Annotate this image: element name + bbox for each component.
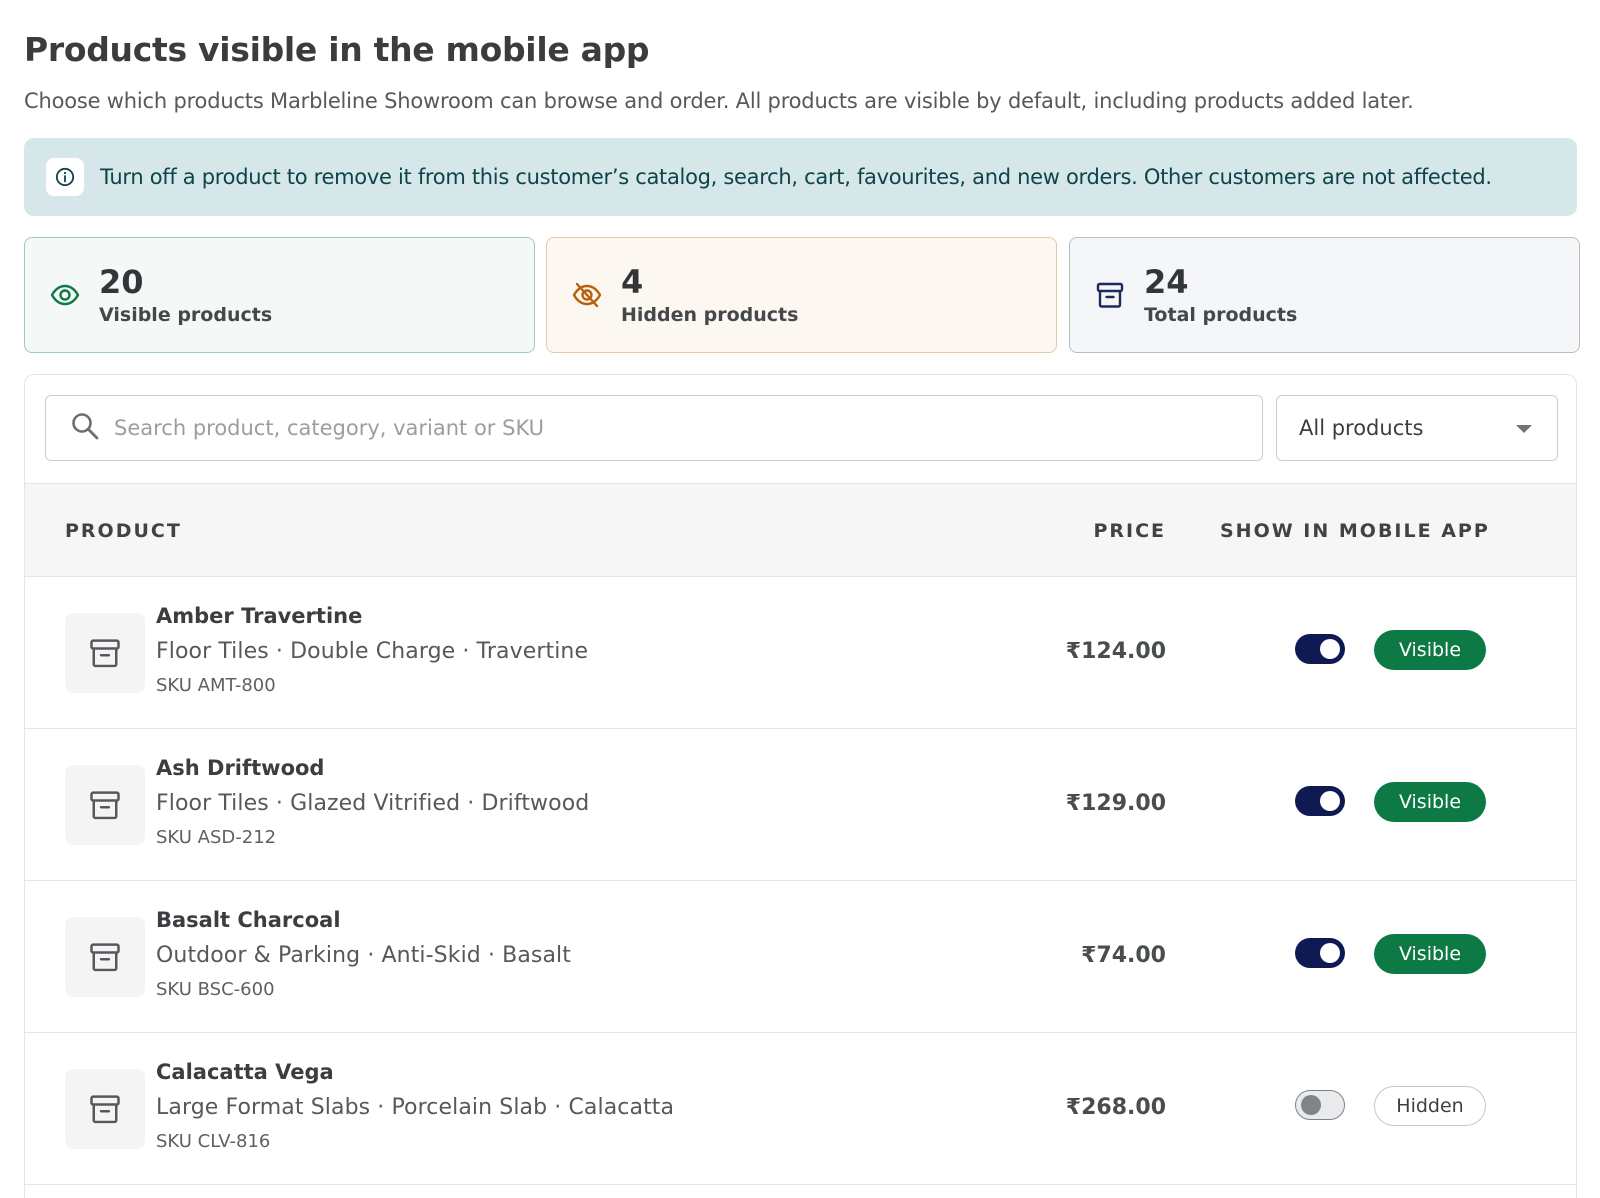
toggle-knob (1301, 1095, 1321, 1115)
product-table-card: All products PRODUCT PRICE SHOW IN MOBIL… (24, 374, 1577, 1198)
product-meta: Floor Tiles · Glazed Vitrified · Driftwo… (156, 791, 590, 816)
product-sku: SKU BSC-600 (156, 979, 275, 1000)
search-input[interactable] (114, 416, 1214, 440)
stat-card-total: 24 Total products (1069, 237, 1580, 353)
product-thumbnail (65, 765, 145, 845)
archive-icon (90, 1095, 120, 1124)
table-header: PRODUCT PRICE SHOW IN MOBILE APP (25, 483, 1576, 577)
status-badge: Visible (1374, 630, 1486, 670)
product-meta: Floor Tiles · Double Charge · Travertine (156, 639, 589, 664)
product-thumbnail (65, 1069, 145, 1149)
product-meta: Outdoor & Parking · Anti-Skid · Basalt (156, 943, 571, 968)
product-meta: Large Format Slabs · Porcelain Slab · Ca… (156, 1095, 675, 1120)
total-count: 24 (1144, 263, 1189, 301)
product-sku: SKU CLV-816 (156, 1131, 271, 1152)
visibility-toggle[interactable] (1295, 938, 1345, 968)
visibility-toggle[interactable] (1295, 786, 1345, 816)
eye-icon (45, 275, 85, 315)
product-sku: SKU AMT-800 (156, 675, 276, 696)
page: Products visible in the mobile app Choos… (0, 0, 1600, 1198)
chevron-down-icon (1515, 419, 1533, 438)
page-title: Products visible in the mobile app (24, 30, 650, 69)
product-name: Amber Travertine (156, 604, 363, 628)
table-row: Amber Travertine Floor Tiles · Double Ch… (25, 577, 1576, 729)
archive-icon (90, 791, 120, 820)
product-price: ₹129.00 (1065, 791, 1166, 816)
toggle-knob (1320, 943, 1340, 963)
product-price: ₹268.00 (1065, 1095, 1166, 1120)
hidden-label: Hidden products (621, 304, 799, 326)
status-badge: Hidden (1374, 1086, 1486, 1126)
status-badge: Visible (1374, 782, 1486, 822)
visibility-toggle[interactable] (1295, 634, 1345, 664)
table-row: Calacatta Vega Large Format Slabs · Porc… (25, 1033, 1576, 1185)
archive-icon (90, 943, 120, 972)
stat-card-visible: 20 Visible products (24, 237, 535, 353)
toggle-knob (1320, 791, 1340, 811)
visible-label: Visible products (99, 304, 273, 326)
table-row: Basalt Charcoal Outdoor & Parking · Anti… (25, 881, 1576, 1033)
product-sku: SKU ASD-212 (156, 827, 277, 848)
product-name: Basalt Charcoal (156, 908, 341, 932)
stat-card-hidden: 4 Hidden products (546, 237, 1057, 353)
product-thumbnail (65, 917, 145, 997)
archive-icon (1090, 275, 1130, 315)
visibility-toggle[interactable] (1295, 1090, 1345, 1120)
filter-selected-value: All products (1299, 416, 1424, 440)
column-header-product: PRODUCT (65, 520, 182, 542)
column-header-show-in-mobile-app: SHOW IN MOBILE APP (1220, 520, 1490, 542)
product-filter-select[interactable]: All products (1276, 395, 1558, 461)
product-thumbnail (65, 613, 145, 693)
search-icon (70, 411, 100, 445)
info-icon (46, 158, 84, 196)
column-header-price: PRICE (1093, 520, 1166, 542)
product-name: Ash Driftwood (156, 756, 325, 780)
product-price: ₹74.00 (1081, 943, 1166, 968)
table-row: Ash Driftwood Floor Tiles · Glazed Vitri… (25, 729, 1576, 881)
hidden-count: 4 (621, 263, 644, 301)
info-banner-text: Turn off a product to remove it from thi… (100, 165, 1492, 189)
info-banner: Turn off a product to remove it from thi… (24, 138, 1577, 216)
search-box[interactable] (45, 395, 1263, 461)
archive-icon (90, 639, 120, 668)
product-price: ₹124.00 (1065, 639, 1166, 664)
status-badge: Visible (1374, 934, 1486, 974)
page-subtitle: Choose which products Marbleline Showroo… (24, 89, 1414, 113)
toggle-knob (1320, 639, 1340, 659)
product-name: Calacatta Vega (156, 1060, 334, 1084)
visible-count: 20 (99, 263, 144, 301)
total-label: Total products (1144, 304, 1298, 326)
eye-off-icon (567, 275, 607, 315)
